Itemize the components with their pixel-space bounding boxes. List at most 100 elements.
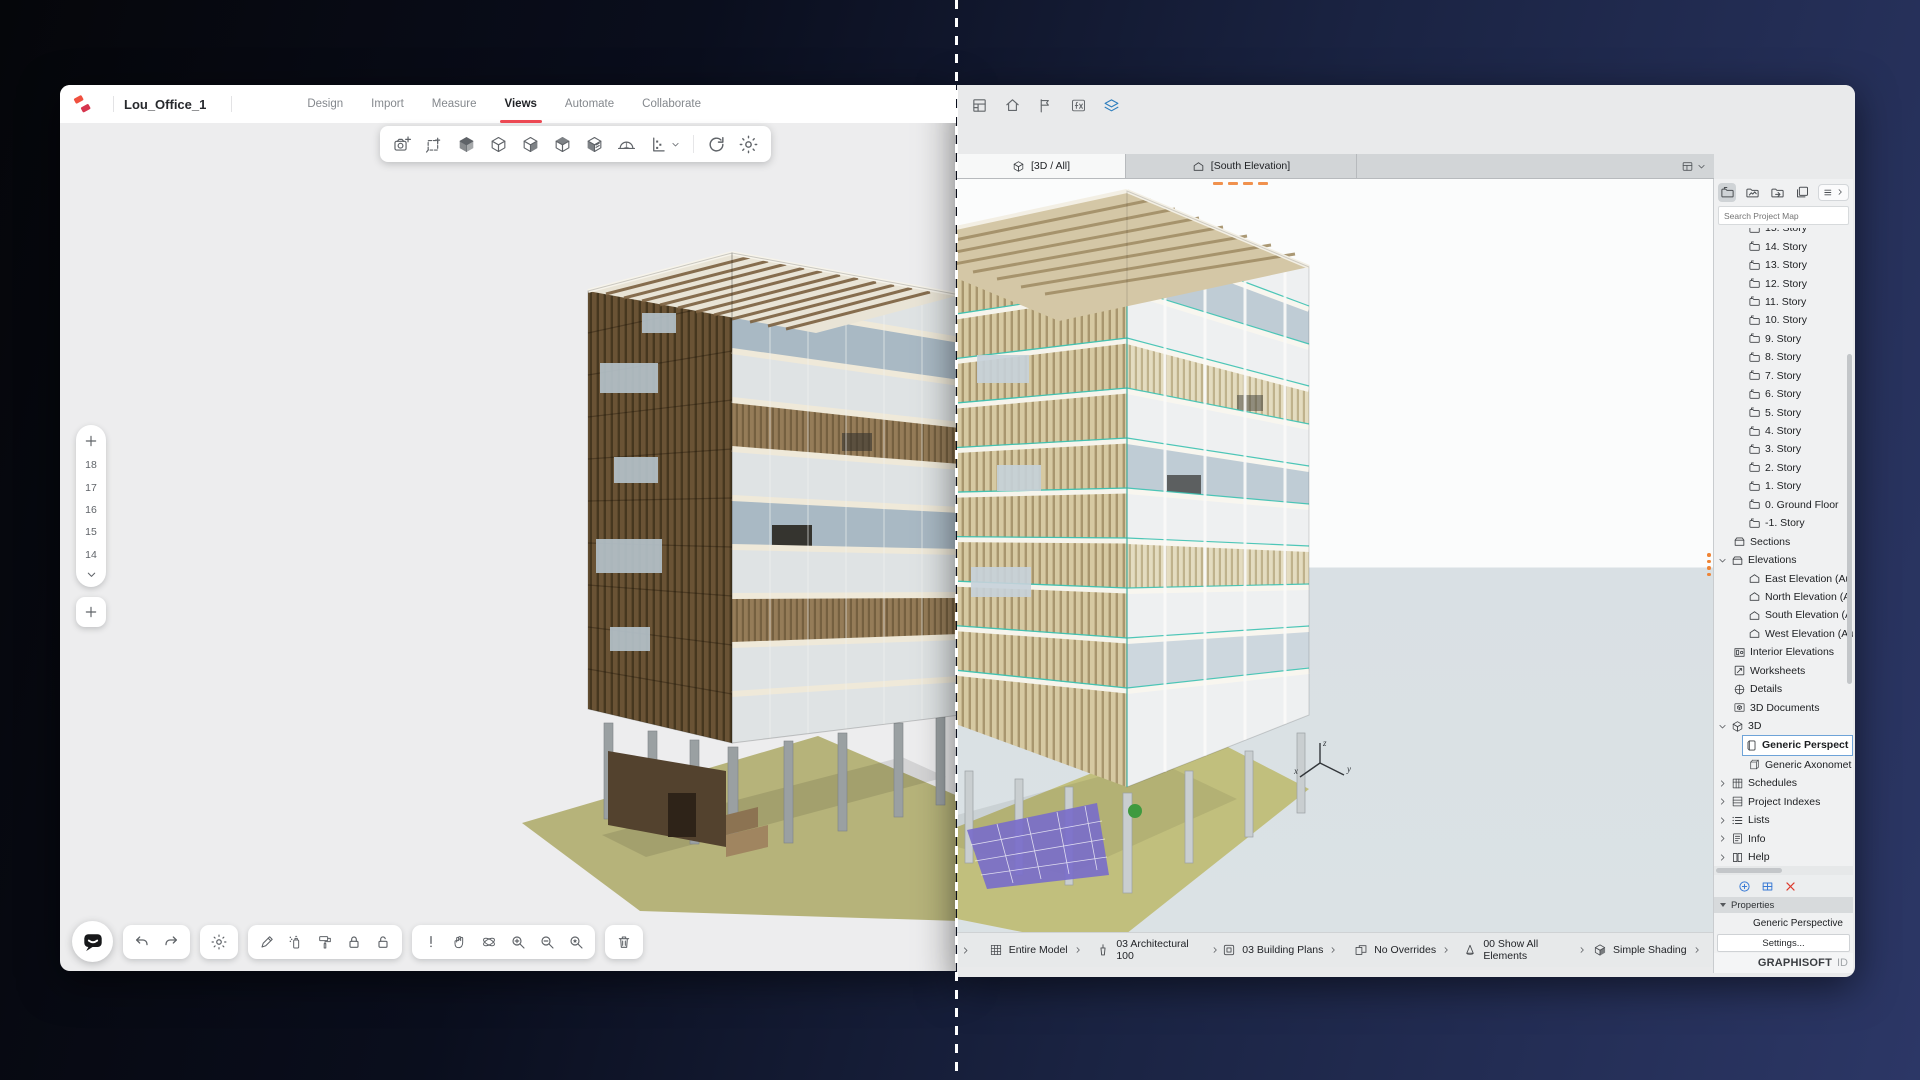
pen-icon[interactable] bbox=[259, 934, 275, 950]
tree-item-north-elevation-a[interactable]: North Elevation (A bbox=[1714, 588, 1853, 606]
exclamation-icon[interactable] bbox=[423, 934, 439, 950]
properties-header[interactable]: Properties bbox=[1714, 897, 1853, 913]
menu-item-import[interactable]: Import bbox=[371, 85, 404, 123]
assistant-button[interactable] bbox=[72, 921, 113, 962]
spray-icon[interactable] bbox=[288, 934, 304, 950]
story-level-14[interactable]: 14 bbox=[85, 544, 97, 566]
tree-item-schedules[interactable]: Schedules bbox=[1714, 774, 1853, 792]
no-overrides-selector[interactable]: No Overrides bbox=[1341, 943, 1463, 957]
tree-item-elevations[interactable]: Elevations bbox=[1714, 551, 1853, 569]
cube-monochrome-button[interactable] bbox=[553, 135, 572, 154]
tree-item-6-story[interactable]: 6. Story bbox=[1714, 385, 1853, 403]
tree-item-info[interactable]: Info bbox=[1714, 829, 1853, 847]
panel-grid-icon[interactable] bbox=[971, 97, 988, 114]
tree-item-12-story[interactable]: 12. Story bbox=[1714, 274, 1853, 292]
function-icon[interactable] bbox=[1070, 97, 1087, 114]
03-building-plans-selector[interactable]: 03 Building Plans bbox=[1219, 943, 1341, 957]
tree-item-1-story[interactable]: 1. Story bbox=[1714, 477, 1853, 495]
cube-wire-button[interactable] bbox=[489, 135, 508, 154]
tree-item-3d[interactable]: 3D bbox=[1714, 717, 1853, 735]
menu-item-design[interactable]: Design bbox=[307, 85, 343, 123]
section-box-button[interactable] bbox=[425, 135, 444, 154]
zoom-out-icon[interactable] bbox=[539, 934, 555, 950]
tree-item-3d-documents[interactable]: 3D Documents bbox=[1714, 698, 1853, 716]
current-view-row[interactable]: Generic Perspective bbox=[1714, 913, 1853, 933]
new-tab-button[interactable] bbox=[1673, 154, 1714, 178]
layout-book-button[interactable] bbox=[1768, 183, 1786, 202]
cube-solid-button[interactable] bbox=[457, 135, 476, 154]
orbit-icon[interactable] bbox=[481, 934, 497, 950]
add-level-button[interactable] bbox=[76, 597, 106, 627]
story-level-16[interactable]: 16 bbox=[85, 499, 97, 521]
tree-item-west-elevation-au[interactable]: West Elevation (Au bbox=[1714, 625, 1853, 643]
close-red-icon[interactable] bbox=[1784, 880, 1797, 893]
tree-item-3-story[interactable]: 3. Story bbox=[1714, 440, 1853, 458]
tree-item-interior-elevations[interactable]: Interior Elevations bbox=[1714, 643, 1853, 661]
paint-roller-icon[interactable] bbox=[317, 934, 333, 950]
tree-item-help[interactable]: Help bbox=[1714, 848, 1853, 866]
search-input[interactable] bbox=[1718, 206, 1849, 225]
tree-item-9-story[interactable]: 9. Story bbox=[1714, 330, 1853, 348]
menu-item-views[interactable]: Views bbox=[505, 85, 537, 123]
settings-button[interactable] bbox=[739, 135, 758, 154]
publisher-button[interactable] bbox=[1793, 183, 1811, 202]
pane-splitter-handle[interactable] bbox=[1706, 553, 1712, 576]
tree-item-11-story[interactable]: 11. Story bbox=[1714, 293, 1853, 311]
tree-item-south-elevation-a[interactable]: South Elevation (A bbox=[1714, 606, 1853, 624]
lock-icon[interactable] bbox=[346, 934, 362, 950]
zoom-in-icon[interactable] bbox=[510, 934, 526, 950]
tree-item-15-story[interactable]: 15. Story bbox=[1714, 228, 1853, 237]
entire-model-selector[interactable]: Entire Model bbox=[974, 943, 1096, 957]
tree-item-13-story[interactable]: 13. Story bbox=[1714, 256, 1853, 274]
tree-item-10-story[interactable]: 10. Story bbox=[1714, 311, 1853, 329]
sun-path-button[interactable] bbox=[617, 135, 636, 154]
cube-shaded-button[interactable] bbox=[521, 135, 540, 154]
tree-item-generic-axonomet[interactable]: Generic Axonomet bbox=[1714, 756, 1853, 774]
project-map-button[interactable] bbox=[1718, 183, 1736, 202]
graph-list-button[interactable] bbox=[649, 135, 680, 154]
grid-blue-icon[interactable] bbox=[1761, 880, 1774, 893]
tree-item-14-story[interactable]: 14. Story bbox=[1714, 237, 1853, 255]
flag-icon[interactable] bbox=[1037, 97, 1054, 114]
menu-item-collaborate[interactable]: Collaborate bbox=[642, 85, 701, 123]
tree-item-8-story[interactable]: 8. Story bbox=[1714, 348, 1853, 366]
refresh-button[interactable] bbox=[707, 135, 726, 154]
left-3d-viewport[interactable] bbox=[60, 123, 956, 971]
tree-item--1-story[interactable]: -1. Story bbox=[1714, 514, 1853, 532]
tab--3d-all-[interactable]: [3D / All] bbox=[957, 154, 1126, 178]
tree-item-project-indexes[interactable]: Project Indexes bbox=[1714, 793, 1853, 811]
tree-horizontal-scrollbar[interactable] bbox=[1714, 866, 1853, 875]
simple-shading-selector[interactable]: Simple Shading bbox=[1586, 943, 1708, 957]
tree-item-sections[interactable]: Sections bbox=[1714, 532, 1853, 550]
add-story-button[interactable] bbox=[84, 434, 98, 448]
undo-icon[interactable] bbox=[134, 934, 150, 950]
project-title-dropdown[interactable]: Lou_Office_1 bbox=[124, 97, 221, 112]
delete-icon[interactable] bbox=[616, 934, 632, 950]
right-3d-viewport[interactable]: zxy bbox=[957, 179, 1714, 933]
tree-vertical-scrollbar[interactable] bbox=[1847, 354, 1852, 684]
menu-item-automate[interactable]: Automate bbox=[565, 85, 614, 123]
redo-icon[interactable] bbox=[163, 934, 179, 950]
home-icon[interactable] bbox=[1004, 97, 1021, 114]
pan-hand-icon[interactable] bbox=[452, 934, 468, 950]
tree-item-east-elevation-au[interactable]: East Elevation (Au bbox=[1714, 569, 1853, 587]
add-view-button[interactable] bbox=[393, 135, 412, 154]
settings-button[interactable]: Settings... bbox=[1717, 934, 1850, 952]
tree-item-2-story[interactable]: 2. Story bbox=[1714, 459, 1853, 477]
tree-item-4-story[interactable]: 4. Story bbox=[1714, 422, 1853, 440]
cube-textured-button[interactable] bbox=[585, 135, 604, 154]
00-show-all-elements-selector[interactable]: 00 Show All Elements bbox=[1463, 938, 1585, 962]
chevron-down-icon[interactable] bbox=[86, 569, 97, 580]
menu-item-measure[interactable]: Measure bbox=[432, 85, 477, 123]
03-architectural-100-selector[interactable]: 03 Architectural 100 bbox=[1096, 938, 1218, 962]
story-level-15[interactable]: 15 bbox=[85, 521, 97, 543]
zoom-fit-icon[interactable] bbox=[568, 934, 584, 950]
navigator-menu-button[interactable] bbox=[1818, 184, 1849, 201]
tree-item-details[interactable]: Details bbox=[1714, 680, 1853, 698]
view-map-button[interactable] bbox=[1743, 183, 1761, 202]
tree-item-5-story[interactable]: 5. Story bbox=[1714, 403, 1853, 421]
story-level-18[interactable]: 18 bbox=[85, 454, 97, 476]
tree-item-worksheets[interactable]: Worksheets bbox=[1714, 662, 1853, 680]
tree-item-0-ground-floor[interactable]: 0. Ground Floor bbox=[1714, 496, 1853, 514]
add-circle-icon[interactable] bbox=[1738, 880, 1751, 893]
